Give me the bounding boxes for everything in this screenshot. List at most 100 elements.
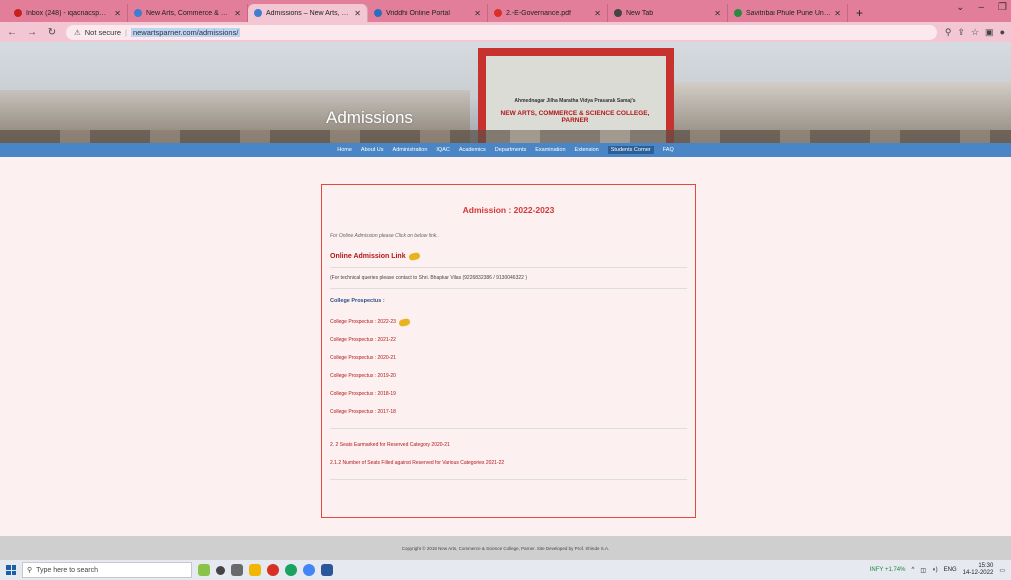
chrome-profile-2-icon[interactable] (303, 564, 315, 576)
browser-tab[interactable]: Vriddhi Online Portal ✕ (368, 4, 488, 22)
divider: | (125, 27, 127, 37)
clock[interactable]: 15:30 14-12-2022 (963, 563, 994, 577)
security-label: Not secure (84, 27, 122, 37)
browser-tab[interactable]: New Arts, Commerce & Science✕ (128, 4, 248, 22)
building-windows (0, 130, 1011, 143)
nav-item-administration[interactable]: Administration (393, 147, 428, 153)
task-view-icon[interactable] (231, 564, 243, 576)
network-icon[interactable]: ◫ (920, 567, 926, 574)
nav-item-extension[interactable]: Extension (575, 147, 599, 153)
windows-start-icon[interactable] (6, 565, 16, 575)
browser-tab-strip: Inbox (248) - iqacnacsp@gmail✕New Arts, … (0, 0, 1011, 22)
nav-item-academics[interactable]: Academics (459, 147, 486, 153)
system-tray: INFY +1.74% ^ ◫ ◖) ENG 15:30 14-12-2022 … (870, 563, 1005, 577)
chrome-profile-icon[interactable] (285, 564, 297, 576)
prospectus-label[interactable]: College Prospectus : 2022-23 (330, 319, 396, 325)
taskbar: ⚲ Type here to search INFY +1.74% ^ ◫ ◖)… (0, 560, 1011, 580)
language-indicator[interactable]: ENG (944, 567, 957, 573)
tab-close-icon[interactable]: ✕ (474, 9, 481, 18)
chevron-down-icon[interactable]: ⌄ (956, 2, 964, 13)
tab-close-icon[interactable]: ✕ (354, 9, 361, 18)
admission-panel: Admission : 2022-2023 For Online Admissi… (321, 184, 696, 518)
chevron-up-icon[interactable]: ^ (911, 567, 914, 573)
warning-icon[interactable]: ⚠ (74, 28, 81, 37)
nav-item-faq[interactable]: FAQ (663, 147, 674, 153)
notification-icon[interactable]: ▭ (999, 567, 1005, 574)
zoom-icon[interactable]: ⚲ (945, 27, 952, 38)
reload-icon[interactable]: ↻ (46, 27, 58, 38)
nav-item-about-us[interactable]: About Us (361, 147, 384, 153)
main-nav: Home About Us Administration IQAC Academics D… (0, 143, 1011, 157)
search-icon: ⚲ (27, 567, 33, 574)
cortana-icon[interactable] (216, 565, 225, 575)
share-icon[interactable]: ⇪ (957, 27, 965, 38)
college-gate (478, 48, 674, 143)
restore-icon[interactable]: ❐ (998, 2, 1007, 13)
nav-item-iqac[interactable]: IQAC (436, 147, 449, 153)
prospectus-link[interactable]: College Prospectus : 2018-19 (330, 385, 687, 403)
bookmark-star-icon[interactable]: ☆ (971, 27, 979, 38)
prospectus-link[interactable]: College Prospectus : 2017-18 (330, 403, 687, 421)
prospectus-link[interactable]: College Prospectus : 2020-21 (330, 349, 687, 367)
tab-title: 2.-E-Governance.pdf (506, 9, 571, 17)
tab-title: New Tab (626, 9, 654, 17)
tab-close-icon[interactable]: ✕ (834, 9, 841, 18)
nav-item-home[interactable]: Home (337, 147, 352, 153)
tab-close-icon[interactable]: ✕ (714, 9, 721, 18)
divider (330, 428, 687, 429)
sidebar-icon[interactable]: ▣ (985, 27, 994, 38)
new-badge-icon (398, 317, 411, 327)
browser-tab[interactable]: New Tab ✕ (608, 4, 728, 22)
tab-title: Inbox (248) - iqacnacsp@gmail (26, 9, 111, 17)
browser-tab[interactable]: Inbox (248) - iqacnacsp@gmail✕ (8, 4, 128, 22)
prospectus-label[interactable]: College Prospectus : 2018-19 (330, 391, 396, 397)
search-placeholder: Type here to search (36, 566, 99, 574)
minimize-icon[interactable]: – (978, 2, 984, 13)
taskbar-search[interactable]: ⚲ Type here to search (22, 562, 192, 578)
weather-widget-icon[interactable] (198, 564, 210, 576)
browser-tab[interactable]: Admissions – New Arts, Comme✕ (248, 4, 368, 22)
page-title: Admissions (326, 108, 413, 127)
reserved-category-links: 2. 2 Seats Earmarked for Reserved Catego… (330, 436, 687, 472)
stock-ticker[interactable]: INFY +1.74% (870, 567, 906, 573)
toolbar-actions: ⚲ ⇪ ☆ ▣ ● (945, 27, 1005, 38)
tab-close-icon[interactable]: ✕ (234, 9, 241, 18)
tab-title: Admissions – New Arts, Comme (266, 9, 351, 17)
reserved-category-link[interactable]: 2. 2 Seats Earmarked for Reserved Catego… (330, 436, 687, 454)
chrome-icon[interactable] (267, 564, 279, 576)
profile-icon[interactable]: ● (1000, 27, 1005, 38)
address-bar[interactable]: ⚠ Not secure | newartsparner.com/admissi… (66, 24, 937, 40)
prospectus-label[interactable]: College Prospectus : 2017-18 (330, 409, 396, 415)
online-admission-label[interactable]: Online Admission Link (330, 253, 406, 260)
forward-icon[interactable]: → (26, 27, 38, 38)
prospectus-link[interactable]: College Prospectus : 2022-23 (330, 313, 687, 331)
prospectus-link[interactable]: College Prospectus : 2021-22 (330, 331, 687, 349)
file-explorer-icon[interactable] (249, 564, 261, 576)
gate-college-name: NEW ARTS, COMMERCE & SCIENCE COLLEGE, PA… (500, 110, 650, 124)
tab-list: Inbox (248) - iqacnacsp@gmail✕New Arts, … (8, 4, 848, 22)
prospectus-label[interactable]: College Prospectus : 2021-22 (330, 337, 396, 343)
nav-item-departments[interactable]: Departments (495, 147, 527, 153)
site-footer: Copyright © 2018 New Arts, Commerce & Sc… (0, 536, 1011, 560)
tab-close-icon[interactable]: ✕ (594, 9, 601, 18)
prospectus-label[interactable]: College Prospectus : 2019-20 (330, 373, 396, 379)
mail-icon[interactable] (321, 564, 333, 576)
prospectus-label[interactable]: College Prospectus : 2020-21 (330, 355, 396, 361)
tab-title: Savitribai Phule Pune University (746, 9, 832, 17)
browser-tab[interactable]: 2.-E-Governance.pdf ✕ (488, 4, 608, 22)
clock-date: 14-12-2022 (962, 570, 994, 576)
tab-favicon-icon (494, 9, 502, 17)
tab-close-icon[interactable]: ✕ (114, 9, 121, 18)
volume-icon[interactable]: ◖) (932, 567, 938, 573)
back-icon[interactable]: ← (6, 27, 18, 38)
browser-tab[interactable]: Savitribai Phule Pune University✕ (728, 4, 848, 22)
nav-item-examination[interactable]: Examination (535, 147, 565, 153)
new-tab-button[interactable]: + (848, 4, 871, 22)
reserved-category-link[interactable]: 2.1.2 Number of Seats Filled against Res… (330, 454, 687, 472)
url-text[interactable]: newartsparner.com/admissions/ (130, 27, 241, 37)
prospectus-link[interactable]: College Prospectus : 2019-20 (330, 367, 687, 385)
online-admission-link[interactable]: Online Admission Link (330, 251, 687, 262)
nav-item-students-corner[interactable]: Students Corner (607, 146, 654, 154)
tab-favicon-icon (734, 9, 742, 17)
window-controls: ⌄ – ❐ (956, 2, 1007, 13)
